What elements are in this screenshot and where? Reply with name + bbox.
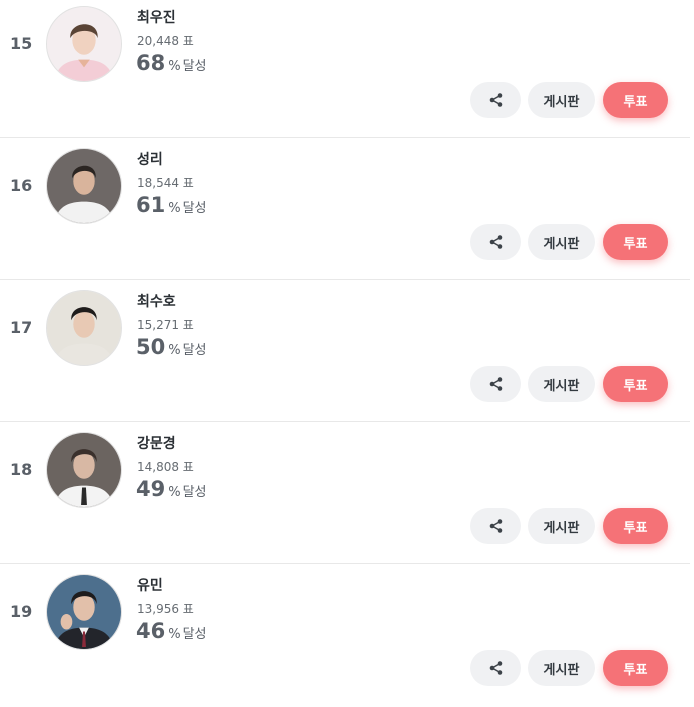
rank-number: 16: [10, 176, 33, 195]
board-button[interactable]: 게시판: [528, 650, 595, 686]
achievement-rate: 68% 달성: [136, 51, 207, 75]
percent-sign: %: [168, 485, 181, 500]
percent-sign: %: [168, 59, 181, 74]
percent-value: 49: [136, 477, 166, 501]
ranking-list: 15 최우진 20,448 표 68% 달성 게시판 투표 16 성리 18,5…: [0, 0, 690, 707]
percent-value: 50: [136, 335, 166, 359]
share-icon: [489, 235, 502, 249]
share-button[interactable]: [470, 366, 521, 402]
vote-button[interactable]: 투표: [603, 650, 668, 686]
percent-sign: %: [168, 343, 181, 358]
share-icon: [489, 93, 502, 107]
list-item: 18 강문경 14,808 표 49% 달성 게시판 투표: [0, 422, 690, 564]
vote-count: 18,544 표: [137, 176, 194, 190]
achieved-label: 달성: [182, 627, 207, 642]
candidate-name: 성리: [137, 152, 163, 168]
achieved-label: 달성: [182, 201, 207, 216]
avatar[interactable]: [46, 290, 122, 366]
percent-value: 46: [136, 619, 166, 643]
percent-sign: %: [168, 627, 181, 642]
percent-value: 68: [136, 51, 166, 75]
avatar-photo: [47, 291, 121, 365]
avatar[interactable]: [46, 6, 122, 82]
vote-button[interactable]: 투표: [603, 366, 668, 402]
avatar-photo: [47, 149, 121, 223]
vote-count: 14,808 표: [137, 460, 194, 474]
board-button[interactable]: 게시판: [528, 366, 595, 402]
avatar[interactable]: [46, 148, 122, 224]
share-button[interactable]: [470, 82, 521, 118]
share-icon: [489, 519, 502, 533]
achievement-rate: 49% 달성: [136, 477, 207, 501]
vote-button[interactable]: 투표: [603, 82, 668, 118]
vote-count: 15,271 표: [137, 318, 194, 332]
share-button[interactable]: [470, 224, 521, 260]
vote-count: 20,448 표: [137, 34, 194, 48]
avatar[interactable]: [46, 574, 122, 650]
candidate-name: 강문경: [137, 436, 176, 452]
share-icon: [489, 661, 502, 675]
rank-number: 19: [10, 602, 33, 621]
achieved-label: 달성: [182, 343, 207, 358]
achievement-rate: 61% 달성: [136, 193, 207, 217]
list-item: 15 최우진 20,448 표 68% 달성 게시판 투표: [0, 0, 690, 138]
candidate-name: 최우진: [137, 10, 176, 26]
avatar-photo: [47, 433, 121, 507]
vote-button[interactable]: 투표: [603, 508, 668, 544]
share-button[interactable]: [470, 508, 521, 544]
list-item: 17 최수호 15,271 표 50% 달성 게시판 투표: [0, 280, 690, 422]
share-icon: [489, 377, 502, 391]
avatar-photo: [47, 7, 121, 81]
share-button[interactable]: [470, 650, 521, 686]
percent-sign: %: [168, 201, 181, 216]
avatar-photo: [47, 575, 121, 649]
board-button[interactable]: 게시판: [528, 224, 595, 260]
achieved-label: 달성: [182, 59, 207, 74]
list-item: 19 유민 13,956 표 46% 달성 게시판 투표: [0, 564, 690, 706]
candidate-name: 최수호: [137, 294, 176, 310]
achievement-rate: 46% 달성: [136, 619, 207, 643]
avatar[interactable]: [46, 432, 122, 508]
board-button[interactable]: 게시판: [528, 508, 595, 544]
percent-value: 61: [136, 193, 166, 217]
achieved-label: 달성: [182, 485, 207, 500]
rank-number: 15: [10, 34, 33, 53]
list-item: 16 성리 18,544 표 61% 달성 게시판 투표: [0, 138, 690, 280]
rank-number: 17: [10, 318, 33, 337]
candidate-name: 유민: [137, 578, 163, 594]
vote-button[interactable]: 투표: [603, 224, 668, 260]
board-button[interactable]: 게시판: [528, 82, 595, 118]
achievement-rate: 50% 달성: [136, 335, 207, 359]
rank-number: 18: [10, 460, 33, 479]
vote-count: 13,956 표: [137, 602, 194, 616]
